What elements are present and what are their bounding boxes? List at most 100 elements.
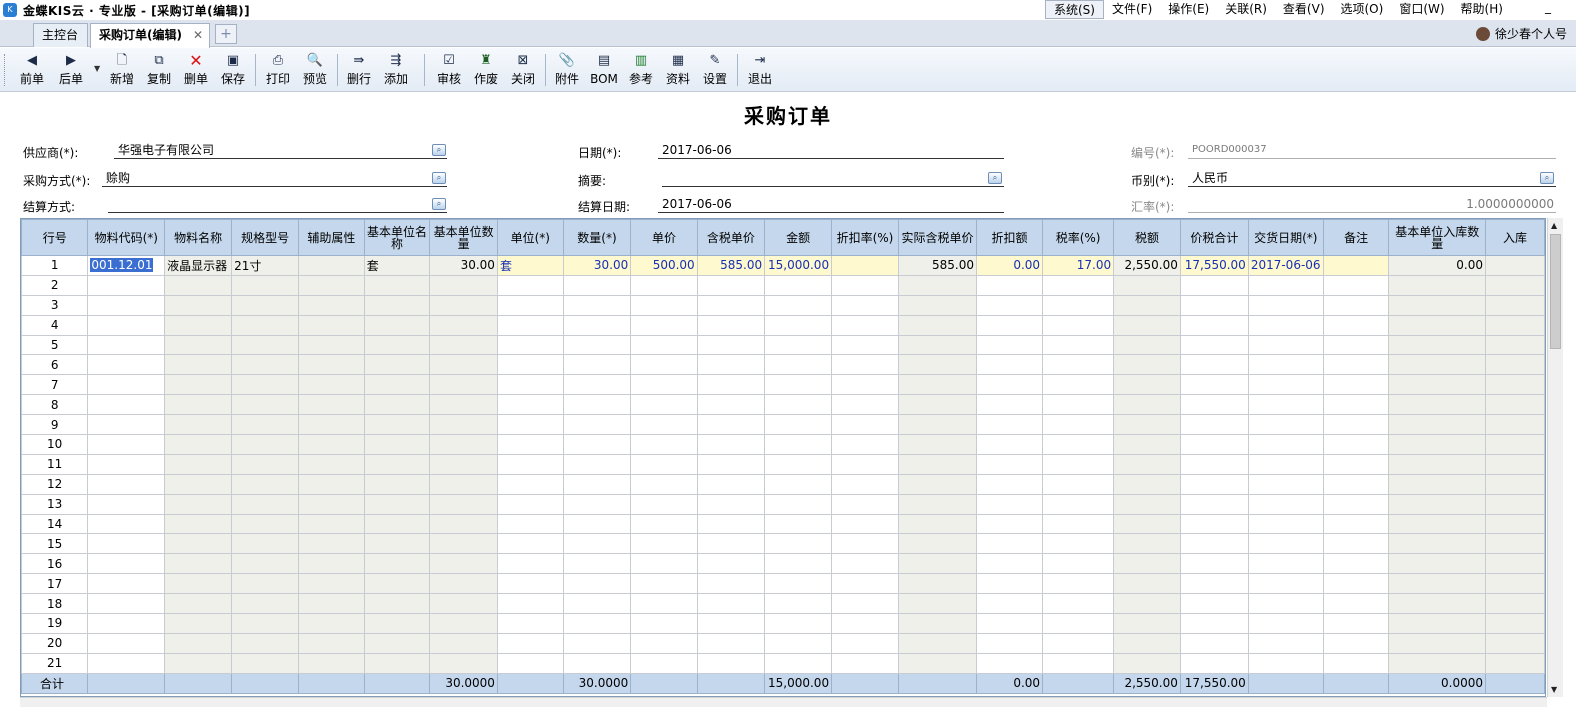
copy-button[interactable]: ⧉ 复制 <box>141 51 177 89</box>
grid-cell[interactable] <box>1485 593 1545 615</box>
delete-row-button[interactable]: ⇛ 删行 <box>341 51 377 89</box>
grid-cell[interactable] <box>696 314 766 336</box>
grid-cell[interactable] <box>1113 274 1181 296</box>
in-cell[interactable] <box>1485 255 1545 276</box>
audit-button[interactable]: ☑ 审核 <box>431 51 467 89</box>
grid-cell[interactable] <box>976 473 1044 495</box>
grid-cell[interactable] <box>897 394 978 416</box>
order-lines-grid[interactable]: 行号 物料代码(*) 物料名称 规格型号 辅助属性 基本单位名称 基本单位数量 … <box>20 218 1546 697</box>
table-row[interactable]: 3 <box>21 294 1545 316</box>
grid-cell[interactable] <box>87 434 166 455</box>
grid-cell[interactable] <box>1388 374 1486 396</box>
grid-cell[interactable] <box>496 354 564 376</box>
grid-cell[interactable] <box>429 394 498 416</box>
grid-cell[interactable] <box>897 493 978 515</box>
grid-cell[interactable] <box>1322 354 1390 376</box>
grid-cell[interactable] <box>1485 394 1545 416</box>
grid-cell[interactable] <box>630 314 698 336</box>
grid-cell[interactable] <box>562 652 632 674</box>
grid-cell[interactable] <box>1388 513 1486 535</box>
grid-cell[interactable] <box>696 632 766 654</box>
grid-cell[interactable] <box>976 513 1044 535</box>
grid-cell[interactable] <box>363 274 431 296</box>
grid-cell[interactable] <box>1179 414 1249 436</box>
col-header-total[interactable]: 价税合计 <box>1179 219 1249 256</box>
grid-cell[interactable] <box>298 453 365 475</box>
grid-cell[interactable] <box>831 274 899 296</box>
grid-cell[interactable] <box>696 374 766 396</box>
grid-cell[interactable] <box>1485 354 1545 376</box>
summary-field[interactable] <box>662 171 1004 187</box>
grid-cell[interactable] <box>1179 533 1249 555</box>
grid-cell[interactable] <box>363 613 431 634</box>
grid-cell[interactable] <box>429 533 498 555</box>
grid-cell[interactable] <box>164 553 233 575</box>
grid-cell[interactable] <box>764 394 833 416</box>
settle-date-field[interactable]: 2017-06-06 <box>658 197 1004 213</box>
grid-cell[interactable] <box>496 593 564 615</box>
grid-cell[interactable] <box>87 294 166 316</box>
grid-cell[interactable] <box>897 652 978 674</box>
grid-cell[interactable] <box>298 294 365 316</box>
grid-cell[interactable] <box>231 294 300 316</box>
grid-cell[interactable] <box>1042 314 1115 336</box>
grid-cell[interactable] <box>764 573 833 595</box>
grid-cell[interactable] <box>1247 354 1324 376</box>
grid-cell[interactable] <box>1113 354 1181 376</box>
print-button[interactable]: ⎙ 打印 <box>260 51 296 89</box>
grid-cell[interactable] <box>1179 374 1249 396</box>
grid-cell[interactable] <box>429 632 498 654</box>
grid-cell[interactable] <box>429 294 498 316</box>
table-row[interactable]: 10 <box>21 434 1545 455</box>
grid-cell[interactable] <box>496 473 564 495</box>
grid-cell[interactable] <box>87 473 166 495</box>
data-button[interactable]: ▦ 资料 <box>660 51 696 89</box>
grid-cell[interactable] <box>1485 473 1545 495</box>
grid-cell[interactable] <box>1113 374 1181 396</box>
delivery-date-cell[interactable]: 2017-06-06 <box>1247 255 1324 276</box>
col-header-delivery-date[interactable]: 交货日期(*) <box>1247 219 1324 256</box>
grid-cell[interactable] <box>1247 593 1324 615</box>
grid-cell[interactable] <box>1113 314 1181 336</box>
table-row[interactable]: 21 <box>21 652 1545 674</box>
grid-cell[interactable] <box>1322 533 1390 555</box>
col-header-remark[interactable]: 备注 <box>1322 219 1390 256</box>
grid-cell[interactable] <box>429 613 498 634</box>
grid-cell[interactable] <box>87 533 166 555</box>
grid-cell[interactable] <box>1042 553 1115 575</box>
grid-cell[interactable] <box>363 414 431 436</box>
attachment-button[interactable]: 📎 附件 <box>549 51 585 89</box>
grid-cell[interactable] <box>831 354 899 376</box>
grid-cell[interactable] <box>298 314 365 336</box>
grid-cell[interactable] <box>496 394 564 416</box>
table-row[interactable]: 20 <box>21 632 1545 654</box>
grid-cell[interactable] <box>630 374 698 396</box>
grid-cell[interactable] <box>298 513 365 535</box>
grid-cell[interactable] <box>696 274 766 296</box>
grid-cell[interactable] <box>764 374 833 396</box>
grid-cell[interactable] <box>1388 354 1486 376</box>
grid-cell[interactable] <box>1388 553 1486 575</box>
bom-button[interactable]: ▤ BOM <box>586 51 622 89</box>
grid-cell[interactable] <box>1247 652 1324 674</box>
reference-button[interactable]: ▥ 参考 <box>623 51 659 89</box>
grid-cell[interactable] <box>1388 613 1486 634</box>
grid-cell[interactable] <box>363 453 431 475</box>
remark-cell[interactable] <box>1322 255 1390 276</box>
grid-cell[interactable] <box>696 613 766 634</box>
grid-cell[interactable] <box>298 573 365 595</box>
grid-cell[interactable] <box>630 473 698 495</box>
grid-cell[interactable] <box>231 573 300 595</box>
grid-cell[interactable] <box>231 473 300 495</box>
grid-cell[interactable] <box>764 354 833 376</box>
grid-cell[interactable] <box>1388 453 1486 475</box>
grid-cell[interactable] <box>1247 513 1324 535</box>
grid-cell[interactable] <box>1322 593 1390 615</box>
grid-cell[interactable] <box>897 593 978 615</box>
grid-cell[interactable] <box>1485 533 1545 555</box>
grid-cell[interactable] <box>831 374 899 396</box>
menu-file[interactable]: 文件(F) <box>1104 0 1160 19</box>
col-header-base-qty[interactable]: 基本单位数量 <box>429 219 498 256</box>
grid-cell[interactable] <box>1322 513 1390 535</box>
grid-cell[interactable] <box>231 334 300 356</box>
